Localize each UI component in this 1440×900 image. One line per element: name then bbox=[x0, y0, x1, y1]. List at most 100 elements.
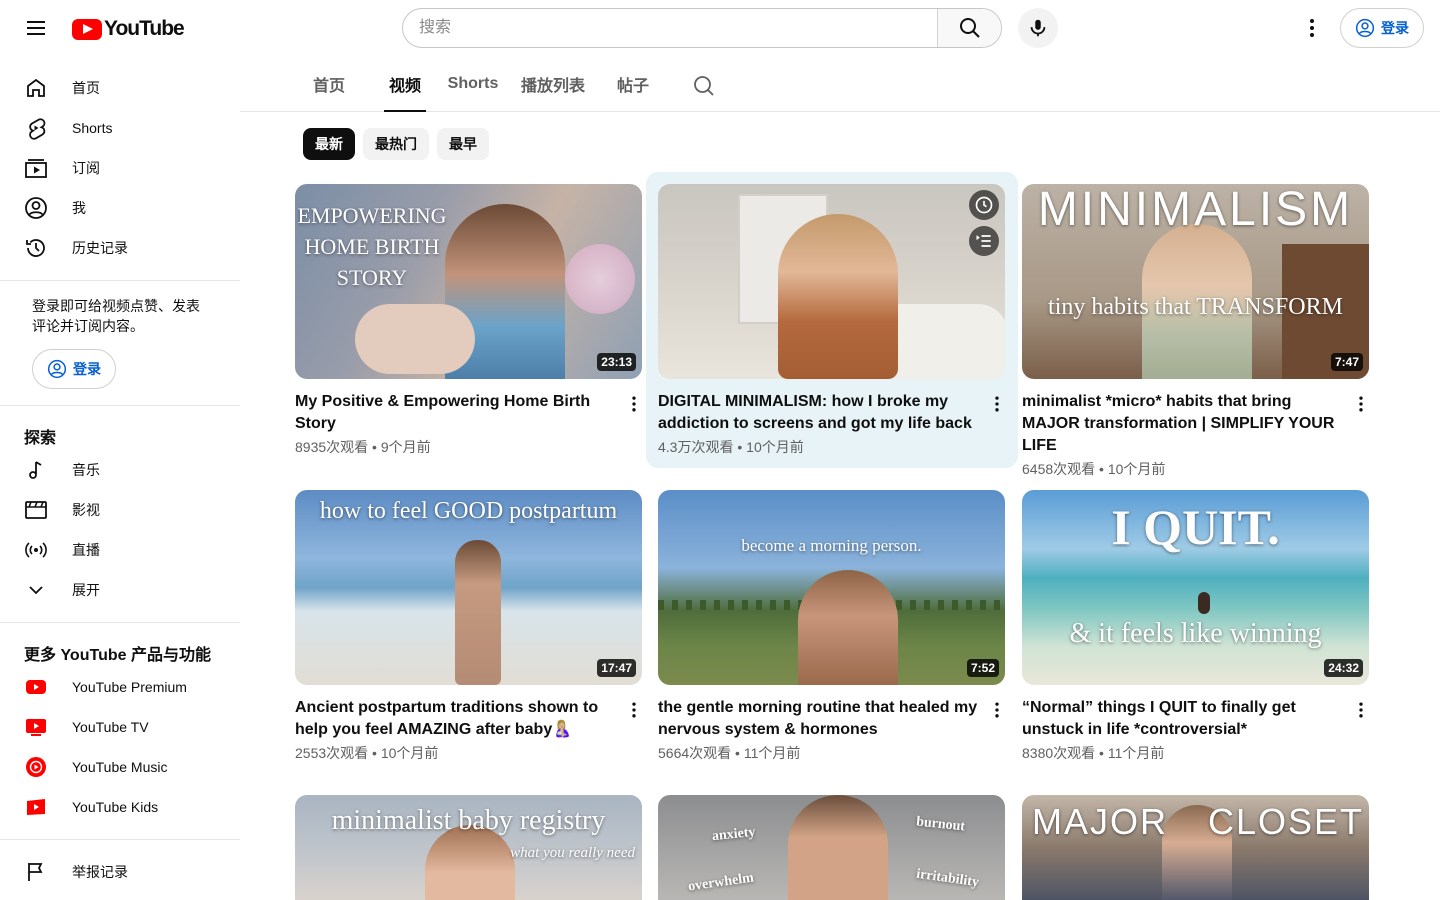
video-thumbnail[interactable]: become a morning person. 7:52 bbox=[658, 490, 1005, 685]
add-to-queue-icon[interactable] bbox=[969, 226, 999, 256]
thumbnail-caption: EMPOWERING HOME BIRTH STORY bbox=[297, 203, 447, 290]
history-icon bbox=[24, 236, 48, 260]
video-card[interactable]: EMPOWERING HOME BIRTH STORY 23:13 My Pos… bbox=[295, 184, 642, 457]
video-menu-button[interactable] bbox=[985, 698, 1009, 722]
meta-separator: • bbox=[1095, 461, 1108, 477]
video-menu-button[interactable] bbox=[1349, 698, 1373, 722]
thumbnail-figure bbox=[788, 795, 888, 900]
channel-search-icon[interactable] bbox=[692, 74, 716, 103]
video-thumbnail[interactable]: minimalist baby registry what you really… bbox=[295, 795, 642, 900]
video-card[interactable]: I QUIT. & it feels like winning 24:32 “N… bbox=[1022, 490, 1369, 763]
video-menu-button[interactable] bbox=[622, 698, 646, 722]
video-thumbnail[interactable]: how to feel GOOD postpartum 17:47 bbox=[295, 490, 642, 685]
video-views: 6458次观看 bbox=[1022, 461, 1096, 477]
sidebar-item-live[interactable]: 直播 bbox=[12, 530, 228, 570]
video-title[interactable]: “Normal” things I QUIT to finally get un… bbox=[1022, 697, 1342, 741]
sidebar-item-label: 举报记录 bbox=[72, 864, 128, 880]
sidebar-signin-button[interactable]: 登录 bbox=[32, 349, 116, 389]
video-duration: 17:47 bbox=[597, 659, 636, 677]
sidebar-item-home[interactable]: 首页 bbox=[12, 68, 228, 108]
video-card[interactable]: how to feel GOOD postpartum 17:47 Ancien… bbox=[295, 490, 642, 763]
video-card[interactable]: minimalist baby registry what you really… bbox=[295, 795, 642, 900]
video-duration: 7:52 bbox=[966, 659, 999, 677]
video-thumbnail[interactable]: anxiety burnout overwhelm irritability bbox=[658, 795, 1005, 900]
thumbnail-caption: become a morning person. bbox=[741, 536, 922, 555]
sidebar-item-history[interactable]: 历史记录 bbox=[12, 228, 228, 268]
thumbnail-subcaption: irritability bbox=[915, 866, 980, 891]
thumbnail-caption: I QUIT. bbox=[1111, 499, 1280, 555]
search-input[interactable] bbox=[403, 9, 937, 47]
tab-videos[interactable]: 视频 bbox=[384, 56, 426, 112]
video-thumbnail[interactable]: MINIMALISM tiny habits that TRANSFORM 7:… bbox=[1022, 184, 1369, 379]
tab-playlists[interactable]: 播放列表 bbox=[520, 56, 586, 111]
search-button[interactable] bbox=[937, 9, 1001, 47]
video-menu-button[interactable] bbox=[1349, 392, 1373, 416]
thumbnail-baby bbox=[355, 304, 475, 374]
meta-separator: • bbox=[731, 745, 744, 761]
thumbnail-subcaption: burnout bbox=[915, 814, 966, 835]
sidebar-item-label: 我 bbox=[72, 200, 86, 216]
sidebar-item-shorts[interactable]: Shorts bbox=[12, 108, 228, 148]
search-bar bbox=[402, 8, 1002, 48]
sidebar-item-subscriptions[interactable]: 订阅 bbox=[12, 148, 228, 188]
sidebar-item-movies[interactable]: 影视 bbox=[12, 490, 228, 530]
voice-search-button[interactable] bbox=[1018, 8, 1058, 48]
more-vertical-icon bbox=[632, 396, 636, 412]
sidebar-item-youtube-kids[interactable]: YouTube Kids bbox=[12, 787, 228, 827]
sidebar-divider bbox=[0, 405, 240, 406]
video-views: 2553次观看 bbox=[295, 745, 369, 761]
sidebar-item-youtube-premium[interactable]: YouTube Premium bbox=[12, 667, 228, 707]
chip-latest[interactable]: 最新 bbox=[303, 128, 355, 160]
thumbnail-figure bbox=[455, 540, 501, 685]
video-age: 10个月前 bbox=[1107, 461, 1166, 477]
tab-posts[interactable]: 帖子 bbox=[616, 56, 650, 111]
video-title[interactable]: the gentle morning routine that healed m… bbox=[658, 697, 978, 741]
shorts-icon bbox=[24, 116, 48, 140]
sidebar-item-you[interactable]: 我 bbox=[12, 188, 228, 228]
menu-icon[interactable] bbox=[16, 8, 56, 48]
header-signin-button[interactable]: 登录 bbox=[1340, 8, 1424, 48]
chip-oldest[interactable]: 最早 bbox=[437, 128, 489, 160]
tab-shorts[interactable]: Shorts bbox=[448, 56, 499, 111]
video-card[interactable]: become a morning person. 7:52 the gentle… bbox=[658, 490, 1005, 763]
sidebar-item-report-history[interactable]: 举报记录 bbox=[12, 852, 228, 892]
sidebar-item-expand[interactable]: 展开 bbox=[12, 570, 228, 610]
video-menu-button[interactable] bbox=[985, 392, 1009, 416]
youtube-logo-text: YouTube bbox=[104, 17, 185, 40]
account-circle-icon bbox=[47, 359, 67, 379]
video-title[interactable]: My Positive & Empowering Home Birth Stor… bbox=[295, 391, 615, 435]
video-thumbnail[interactable]: MAJOR CLOSET bbox=[1022, 795, 1369, 900]
sidebar-divider bbox=[0, 280, 240, 281]
video-thumbnail[interactable]: EMPOWERING HOME BIRTH STORY 23:13 bbox=[295, 184, 642, 379]
meta-separator: • bbox=[368, 745, 381, 761]
video-title[interactable]: minimalist *micro* habits that bring MAJ… bbox=[1022, 391, 1342, 457]
sidebar-item-label: 展开 bbox=[72, 582, 100, 598]
sidebar-item-youtube-tv[interactable]: YouTube TV bbox=[12, 707, 228, 747]
video-card[interactable]: DIGITAL MINIMALISM: how I broke my addic… bbox=[658, 184, 1005, 457]
meta-separator: • bbox=[368, 439, 381, 455]
sidebar-item-music[interactable]: 音乐 bbox=[12, 450, 228, 490]
youtube-logo[interactable]: YouTube bbox=[72, 17, 185, 41]
video-thumbnail[interactable] bbox=[658, 184, 1005, 379]
video-card[interactable]: MINIMALISM tiny habits that TRANSFORM 7:… bbox=[1022, 184, 1369, 479]
sidebar-item-youtube-music[interactable]: YouTube Music bbox=[12, 747, 228, 787]
tab-home[interactable]: 首页 bbox=[312, 56, 346, 111]
more-vertical-icon bbox=[1359, 396, 1363, 412]
video-age: 10个月前 bbox=[380, 745, 439, 761]
sidebar-item-label: 历史记录 bbox=[72, 240, 128, 256]
music-icon bbox=[24, 458, 48, 482]
video-menu-button[interactable] bbox=[622, 392, 646, 416]
video-views: 8935次观看 bbox=[295, 439, 369, 455]
video-card[interactable]: anxiety burnout overwhelm irritability bbox=[658, 795, 1005, 900]
video-title[interactable]: DIGITAL MINIMALISM: how I broke my addic… bbox=[658, 391, 978, 435]
chip-popular[interactable]: 最热门 bbox=[363, 128, 429, 160]
video-card[interactable]: MAJOR CLOSET bbox=[1022, 795, 1369, 900]
channel-tabs: 首页 视频 Shorts 播放列表 帖子 bbox=[240, 56, 1440, 112]
watch-later-icon[interactable] bbox=[969, 190, 999, 220]
video-meta: 4.3万次观看 • 10个月前 bbox=[658, 437, 1005, 457]
video-thumbnail[interactable]: I QUIT. & it feels like winning 24:32 bbox=[1022, 490, 1369, 685]
sidebar: 首页 Shorts 订阅 我 历史记录 登录即可给视频点赞、发表评论并订阅内容。… bbox=[0, 56, 240, 900]
video-title[interactable]: Ancient postpartum traditions shown to h… bbox=[295, 697, 615, 741]
settings-more-button[interactable] bbox=[1292, 8, 1332, 48]
movies-icon bbox=[24, 498, 48, 522]
